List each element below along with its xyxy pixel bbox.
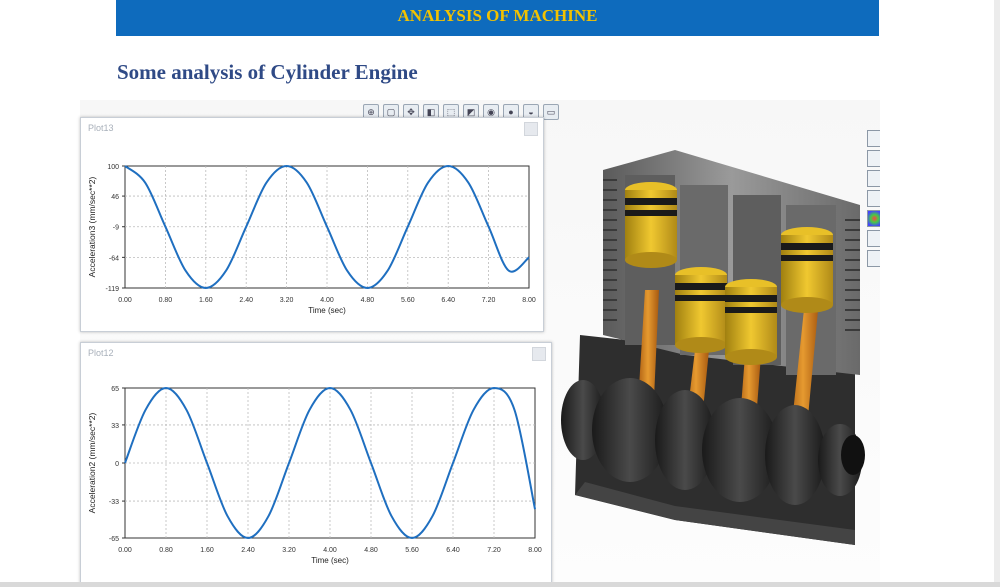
x-tick-label: 0.80 bbox=[159, 297, 173, 304]
y-tick-label: 0 bbox=[115, 461, 119, 468]
y-tick-label: -64 bbox=[109, 255, 119, 262]
x-tick-label: 4.00 bbox=[320, 297, 334, 304]
y-tick-label: 46 bbox=[111, 194, 119, 201]
x-tick-label: 6.40 bbox=[446, 547, 460, 554]
x-tick-label: 2.40 bbox=[239, 297, 253, 304]
x-tick-label: 7.20 bbox=[482, 297, 496, 304]
view-settings-icon[interactable]: ▭ bbox=[543, 104, 559, 120]
x-tick-label: 0.00 bbox=[118, 297, 132, 304]
piston-1 bbox=[625, 182, 677, 268]
x-tick-label: 7.20 bbox=[487, 547, 501, 554]
x-tick-label: 0.80 bbox=[159, 547, 173, 554]
y-tick-label: 33 bbox=[111, 423, 119, 430]
home-icon[interactable] bbox=[867, 130, 880, 147]
x-tick-label: 0.00 bbox=[118, 547, 132, 554]
x-tick-label: 5.60 bbox=[401, 297, 415, 304]
x-tick-label: 4.00 bbox=[323, 547, 337, 554]
y-tick-label: 100 bbox=[107, 164, 119, 171]
plot-window-title: Plot13 bbox=[88, 123, 114, 133]
x-tick-label: 3.20 bbox=[282, 547, 296, 554]
scrollbar-track[interactable] bbox=[994, 0, 1000, 587]
y-tick-label: -65 bbox=[109, 536, 119, 543]
x-tick-label: 8.00 bbox=[522, 297, 536, 304]
close-icon[interactable] bbox=[524, 122, 538, 136]
bottom-divider bbox=[0, 582, 1000, 587]
x-tick-label: 1.60 bbox=[199, 297, 213, 304]
x-tick-label: 4.80 bbox=[361, 297, 375, 304]
page-banner: ANALYSIS OF MACHINE bbox=[116, 0, 879, 36]
x-tick-label: 2.40 bbox=[241, 547, 255, 554]
y-axis-label: Acceleration2 (mm/sec**2) bbox=[87, 413, 97, 514]
x-tick-label: 8.00 bbox=[528, 547, 542, 554]
x-tick-label: 6.40 bbox=[441, 297, 455, 304]
y-tick-label: -119 bbox=[106, 286, 120, 293]
x-axis-label: Time (sec) bbox=[311, 556, 349, 565]
y-tick-label: -33 bbox=[109, 499, 119, 506]
x-tick-label: 5.60 bbox=[405, 547, 419, 554]
acceleration2-chart: 0.00 0.80 1.60 2.40 3.20 4.00 4.80 5.60 6.40 7.20… bbox=[87, 386, 542, 565]
acceleration3-chart: 0.00 0.80 1.60 2.40 3.20 4.00 4.80 5.60 6.40 7.20… bbox=[87, 164, 536, 315]
plot-window[interactable]: Plot12 0.00 0.80 1.60 2.40 3.20 4.00 4.80 5.60 6… bbox=[80, 342, 552, 584]
x-axis-label: Time (sec) bbox=[308, 306, 346, 315]
close-icon[interactable] bbox=[532, 347, 546, 361]
banner-title: ANALYSIS OF MACHINE bbox=[397, 6, 598, 25]
y-tick-label: -9 bbox=[113, 225, 119, 232]
plot-window[interactable]: Plot13 0.00 0.80 1.60 2.40 3.20 4.00 4.80 5.60 6… bbox=[80, 117, 544, 332]
piston-2 bbox=[675, 267, 727, 353]
x-tick-label: 3.20 bbox=[280, 297, 294, 304]
page-heading: Some analysis of Cylinder Engine bbox=[117, 60, 418, 84]
plot-window-title: Plot12 bbox=[88, 348, 114, 358]
y-tick-label: 65 bbox=[111, 386, 119, 393]
piston-3 bbox=[725, 279, 777, 365]
piston-4 bbox=[781, 227, 833, 313]
x-tick-label: 1.60 bbox=[200, 547, 214, 554]
y-axis-label: Acceleration3 (mm/sec**2) bbox=[87, 177, 97, 278]
cylinder-engine-model[interactable] bbox=[555, 150, 875, 545]
x-tick-label: 4.80 bbox=[364, 547, 378, 554]
